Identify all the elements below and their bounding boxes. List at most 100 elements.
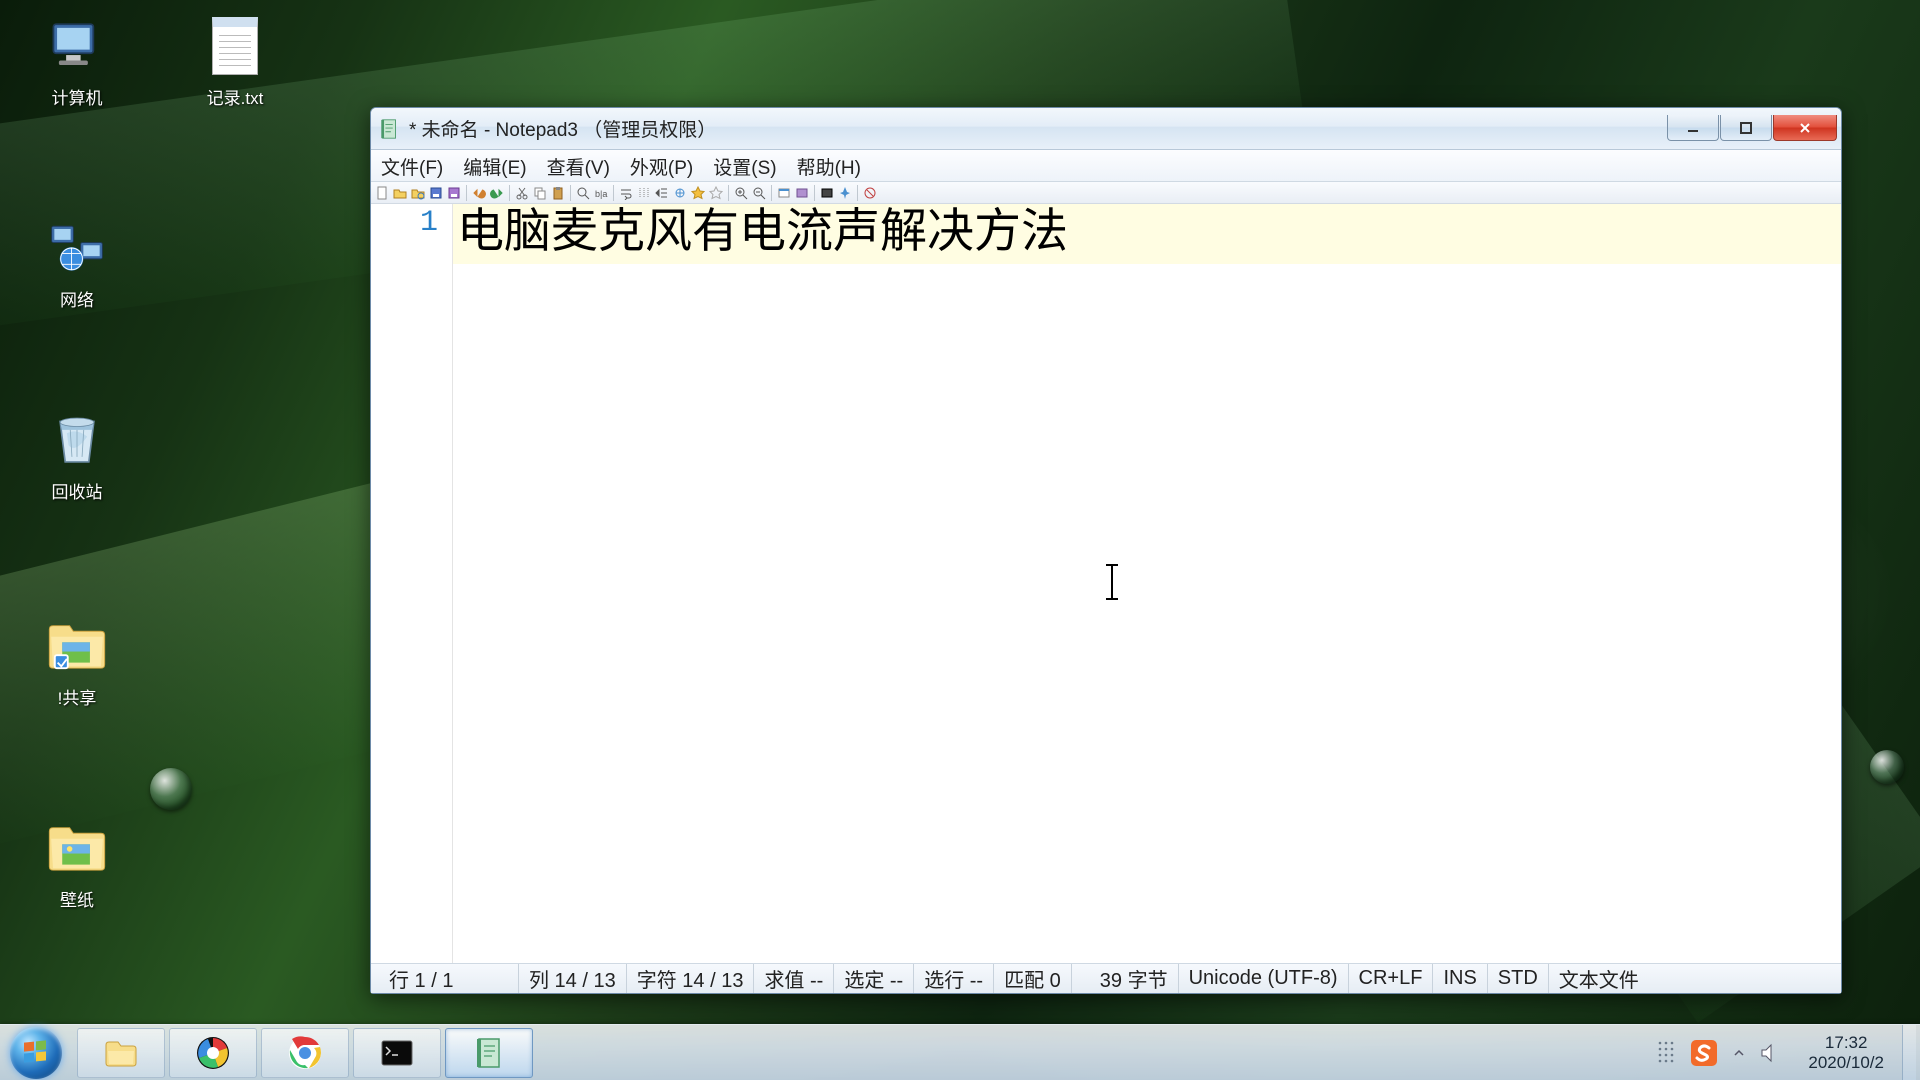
taskbar-explorer[interactable] [77, 1028, 165, 1078]
desktop-icon-recycle-bin[interactable]: 回收站 [22, 408, 132, 503]
tb-save-icon[interactable] [427, 184, 445, 202]
icon-label: 网络 [60, 286, 94, 311]
tb-undo-icon[interactable] [470, 184, 488, 202]
desktop-icon-wallpaper[interactable]: 壁纸 [22, 816, 132, 911]
tb-find-icon[interactable] [574, 184, 592, 202]
menu-appearance[interactable]: 外观(P) [620, 150, 703, 181]
desktop-icon-txtfile[interactable]: 记录.txt [180, 14, 290, 109]
tb-indent-icon[interactable] [653, 184, 671, 202]
tb-paste-icon[interactable] [549, 184, 567, 202]
tb-new-icon[interactable] [373, 184, 391, 202]
tb-clear-icon[interactable] [707, 184, 725, 202]
editor: 1 电脑麦克风有电流声解决方法 [371, 204, 1841, 963]
menu-edit[interactable]: 编辑(E) [453, 150, 536, 181]
status-char[interactable]: 字符 14 / 13 [627, 964, 755, 993]
tb-cancel-icon[interactable] [861, 184, 879, 202]
status-col[interactable]: 列 14 / 13 [519, 964, 627, 993]
network-icon [45, 216, 109, 280]
folder-icon [103, 1035, 139, 1071]
icon-label: !共享 [58, 684, 97, 709]
status-filetype[interactable]: 文本文件 [1549, 964, 1649, 993]
tb-guides-icon[interactable] [635, 184, 653, 202]
status-eval[interactable]: 求值 -- [754, 964, 834, 993]
tb-scheme-icon[interactable] [775, 184, 793, 202]
taskbar-notepad3[interactable] [445, 1028, 533, 1078]
windows-logo-icon [10, 1027, 62, 1079]
line-number: 1 [371, 206, 438, 240]
tb-ontop-icon[interactable] [818, 184, 836, 202]
terminal-icon [379, 1035, 415, 1071]
txt-file-icon [203, 14, 267, 78]
status-sellines[interactable]: 选行 -- [914, 964, 994, 993]
tb-browse-icon[interactable] [409, 184, 427, 202]
tb-wordwrap-icon[interactable] [617, 184, 635, 202]
clock-date: 2020/10/2 [1808, 1053, 1884, 1073]
tb-copy-icon[interactable] [531, 184, 549, 202]
tb-replace-icon[interactable]: b|a [592, 184, 610, 202]
desktop-icon-computer[interactable]: 计算机 [22, 14, 132, 109]
menu-view[interactable]: 查看(V) [537, 150, 620, 181]
tb-zoomout-icon[interactable] [750, 184, 768, 202]
text-area[interactable]: 电脑麦克风有电流声解决方法 [453, 204, 1841, 963]
status-encoding[interactable]: Unicode (UTF-8) [1179, 964, 1349, 993]
chrome-icon [287, 1035, 323, 1071]
tray-volume-icon[interactable] [1760, 1042, 1780, 1064]
tb-whitespace-icon[interactable] [671, 184, 689, 202]
text-cursor-icon [1111, 564, 1113, 600]
statusbar: 行 1 / 1 列 14 / 13 字符 14 / 13 求值 -- 选定 --… [371, 963, 1841, 993]
desktop-icon-network[interactable]: 网络 [22, 216, 132, 311]
status-match[interactable]: 匹配 0 [994, 964, 1072, 993]
icon-label: 壁纸 [60, 886, 94, 911]
taskbar-terminal[interactable] [353, 1028, 441, 1078]
status-std[interactable]: STD [1488, 964, 1549, 993]
svg-text:b|a: b|a [595, 189, 607, 199]
desktop-icon-share[interactable]: !共享 [22, 614, 132, 709]
taskbar-clock[interactable]: 17:32 2020/10/2 [1798, 1033, 1894, 1072]
taskbar: 17:32 2020/10/2 [0, 1024, 1920, 1080]
start-button[interactable] [0, 1025, 72, 1080]
clock-time: 17:32 [1808, 1033, 1884, 1053]
show-desktop-button[interactable] [1902, 1025, 1916, 1080]
status-sel[interactable]: 选定 -- [834, 964, 914, 993]
status-line[interactable]: 行 1 / 1 [379, 964, 519, 993]
tb-open-icon[interactable] [391, 184, 409, 202]
notepad3-icon [471, 1035, 507, 1071]
notepad3-window: * 未命名 - Notepad3 （管理员权限） 文件(F) 编辑(E) 查看(… [370, 107, 1842, 994]
task-buttons [72, 1025, 534, 1080]
close-button[interactable] [1773, 115, 1837, 141]
desktop[interactable]: 计算机 记录.txt 网络 回收站 !共享 壁纸 * 未命名 - Notepad… [0, 0, 1920, 1080]
tb-zoomin-icon[interactable] [732, 184, 750, 202]
tray-grip-icon[interactable] [1656, 1037, 1676, 1069]
icon-label: 记录.txt [207, 84, 264, 109]
icon-label: 回收站 [52, 478, 103, 503]
menu-help[interactable]: 帮助(H) [787, 150, 871, 181]
minimize-button[interactable] [1667, 115, 1719, 141]
taskbar-chrome[interactable] [261, 1028, 349, 1078]
tb-cut-icon[interactable] [513, 184, 531, 202]
tb-config-icon[interactable] [793, 184, 811, 202]
status-bytes[interactable]: 39 字节 [1090, 964, 1179, 993]
notepad3-app-icon [379, 118, 401, 140]
status-ins[interactable]: INS [1433, 964, 1487, 993]
tb-redo-icon[interactable] [488, 184, 506, 202]
maximize-button[interactable] [1720, 115, 1772, 141]
toolbar: b|a [371, 182, 1841, 204]
tb-bookmark-icon[interactable] [689, 184, 707, 202]
taskbar-browser1[interactable] [169, 1028, 257, 1078]
icon-label: 计算机 [52, 84, 103, 109]
status-eol[interactable]: CR+LF [1349, 964, 1434, 993]
folder-wallpaper-icon [45, 816, 109, 880]
menu-file[interactable]: 文件(F) [371, 150, 453, 181]
tb-saveas-icon[interactable] [445, 184, 463, 202]
tray-sogou-icon[interactable] [1690, 1039, 1718, 1067]
folder-share-icon [45, 614, 109, 678]
tray-expand-icon[interactable] [1732, 1046, 1746, 1060]
recycle-bin-icon [45, 408, 109, 472]
titlebar[interactable]: * 未命名 - Notepad3 （管理员权限） [371, 108, 1841, 150]
swirl-browser-icon [195, 1035, 231, 1071]
menubar: 文件(F) 编辑(E) 查看(V) 外观(P) 设置(S) 帮助(H) [371, 150, 1841, 182]
window-title: * 未命名 - Notepad3 （管理员权限） [409, 115, 716, 142]
computer-icon [45, 14, 109, 78]
tb-pin-icon[interactable] [836, 184, 854, 202]
menu-settings[interactable]: 设置(S) [703, 150, 786, 181]
